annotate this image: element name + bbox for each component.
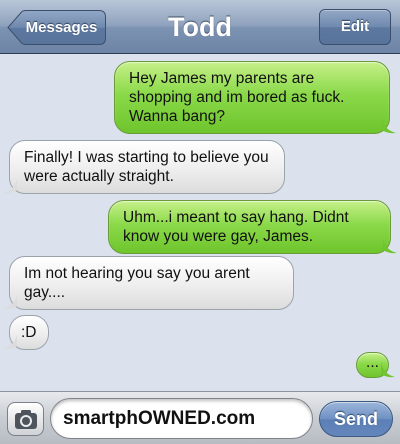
message-thread[interactable]: Hey James my parents are shopping and im… <box>0 55 400 391</box>
bubble-tail <box>3 178 17 194</box>
message-bubble-outgoing[interactable]: Hey James my parents are shopping and im… <box>114 61 396 134</box>
message-bubble-outgoing[interactable]: ... <box>356 352 395 378</box>
camera-button[interactable] <box>7 402 44 436</box>
message-text: Finally! I was starting to believe you w… <box>24 149 269 185</box>
message-text: Hey James my parents are shopping and im… <box>129 70 345 125</box>
message-text: :D <box>21 324 37 341</box>
bubble-tail <box>382 118 396 134</box>
message-text: ... <box>366 354 379 371</box>
message-bubble-incoming[interactable]: :D <box>3 315 49 350</box>
edit-button[interactable]: Edit <box>319 9 391 45</box>
send-button[interactable]: Send <box>319 401 393 437</box>
bubble-tail <box>3 294 17 310</box>
message-text: Im not hearing you say you arent gay.... <box>24 265 250 301</box>
message-input[interactable] <box>50 398 313 439</box>
composer-bar: Send <box>0 391 400 444</box>
nav-bar: Messages Todd Edit <box>0 0 400 54</box>
message-bubble-outgoing[interactable]: Uhm...i meant to say hang. Didnt know yo… <box>108 200 397 254</box>
camera-icon <box>15 410 37 429</box>
message-text: Uhm...i meant to say hang. Didnt know yo… <box>123 209 349 245</box>
bubble-tail <box>381 362 395 378</box>
message-bubble-incoming[interactable]: Finally! I was starting to believe you w… <box>3 140 285 194</box>
bubble-tail <box>3 334 17 350</box>
bubble-tail <box>383 238 397 254</box>
message-bubble-incoming[interactable]: Im not hearing you say you arent gay.... <box>3 256 294 310</box>
